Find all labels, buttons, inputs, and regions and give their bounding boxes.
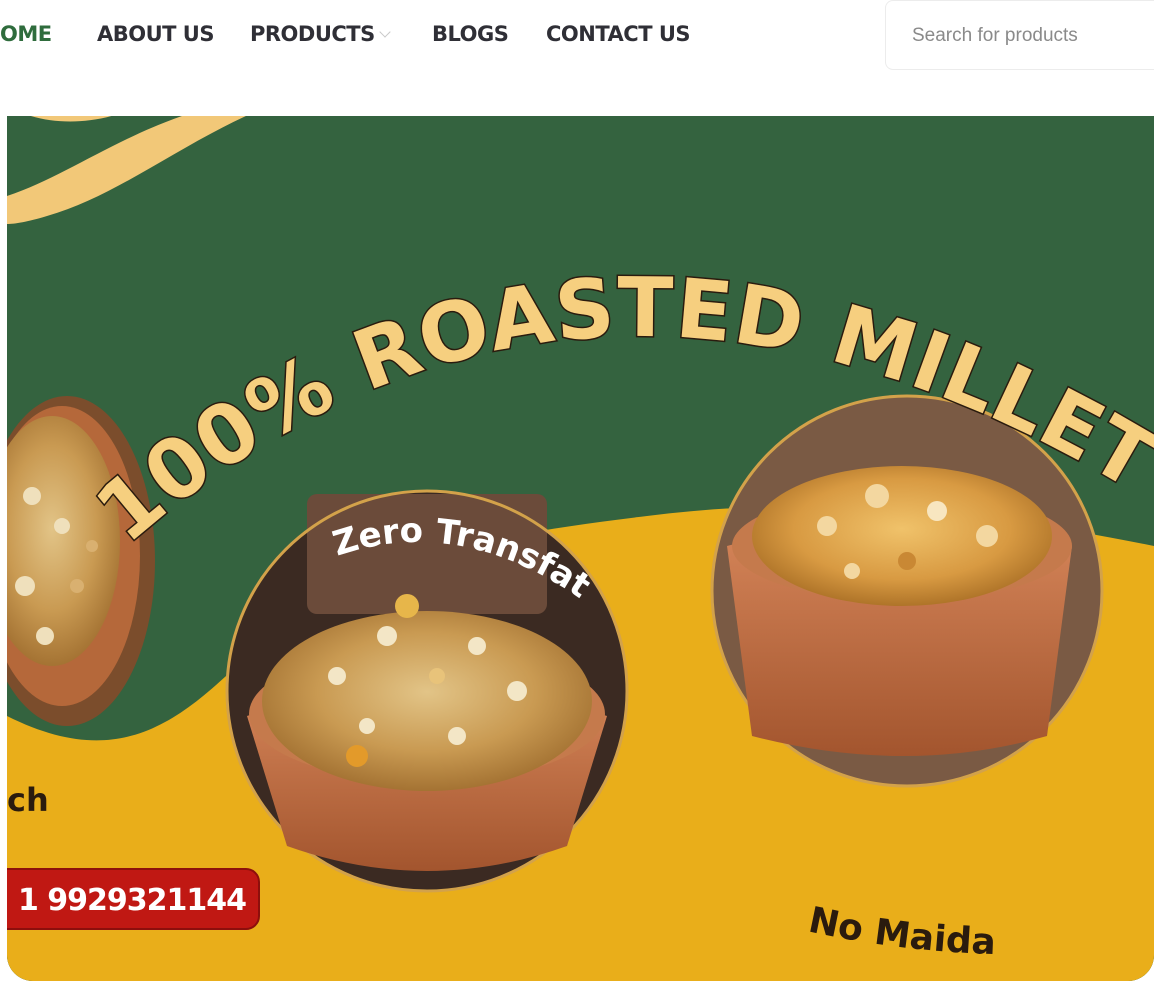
nav-products[interactable]: PRODUCTS (250, 18, 391, 50)
nav-home[interactable]: OME (0, 18, 52, 50)
nav-contact-us[interactable]: CONTACT US (546, 18, 691, 50)
chevron-down-icon (379, 26, 391, 38)
nav-blogs[interactable]: BLOGS (432, 18, 509, 50)
site-header: OME ABOUT US PRODUCTS BLOGS CONTACT US (0, 0, 1154, 70)
banner-artwork: 100% ROASTED MILLET SNA Zero Transfat No… (7, 116, 1154, 981)
nav-about-us[interactable]: ABOUT US (97, 18, 214, 50)
hero-banner: 100% ROASTED MILLET SNA Zero Transfat No… (7, 116, 1154, 981)
search-box (885, 0, 1154, 70)
feature-left-partial: ch (7, 781, 49, 819)
search-input[interactable] (910, 21, 1154, 51)
phone-badge[interactable]: 1 9929321144 (7, 868, 260, 930)
nav-products-label: PRODUCTS (250, 22, 375, 46)
